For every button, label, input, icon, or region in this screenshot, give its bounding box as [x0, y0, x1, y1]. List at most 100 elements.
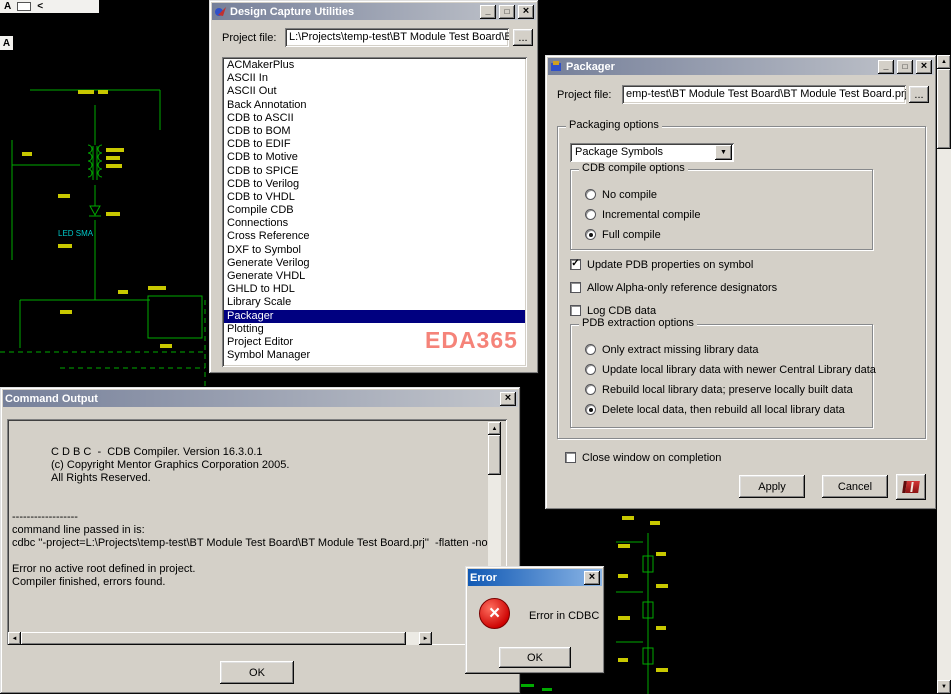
packager-project-file-input[interactable]: emp-test\BT Module Test Board\BT Module … — [622, 85, 906, 104]
list-item[interactable]: CDB to BOM — [224, 125, 525, 138]
output-line: Compiler finished, errors found. — [7, 576, 507, 589]
text-tool-icon[interactable]: A — [3, 38, 10, 49]
angle-bracket-icon[interactable]: < — [37, 1, 43, 12]
packager-browse-button[interactable]: ... — [909, 86, 929, 103]
output-line — [7, 550, 507, 563]
text-tool-icon[interactable]: A — [4, 1, 11, 12]
radio-full-compile[interactable]: Full compile — [585, 228, 661, 241]
list-item[interactable]: Connections — [224, 217, 525, 230]
checkbox-label: Update PDB properties on symbol — [587, 259, 753, 271]
checkbox-label: Allow Alpha-only reference designators — [587, 282, 777, 294]
package-type-select[interactable]: Package Symbols ▼ — [570, 143, 734, 162]
list-item[interactable]: CDB to EDIF — [224, 138, 525, 151]
radio-rebuild-preserve-local[interactable]: Rebuild local library data; preserve loc… — [585, 383, 853, 396]
ok-button[interactable]: OK — [499, 647, 571, 668]
output-line — [7, 485, 507, 498]
error-message: Error in CDBC — [529, 610, 599, 622]
help-button[interactable] — [896, 474, 926, 500]
minimize-button[interactable]: _ — [480, 5, 496, 19]
horizontal-scrollbar[interactable]: ◄ ► — [8, 632, 432, 645]
dcu-project-file-input[interactable]: L:\Projects\temp-test\BT Module Test Boa… — [285, 28, 509, 47]
cancel-button[interactable]: Cancel — [822, 475, 888, 498]
close-button[interactable]: × — [500, 392, 516, 406]
scrollbar-thumb[interactable] — [21, 632, 406, 645]
radio-no-compile[interactable]: No compile — [585, 188, 657, 201]
project-file-label: Project file: — [557, 89, 611, 101]
scroll-left-button[interactable]: ◄ — [8, 632, 21, 645]
list-item[interactable]: Back Annotation — [224, 99, 525, 112]
design-capture-utilities-window: Design Capture Utilities _ □ × Project f… — [209, 0, 539, 374]
list-item-packager[interactable]: Packager — [224, 310, 525, 323]
app-vertical-scrollbar[interactable]: ▲ ▼ — [937, 55, 951, 694]
list-item[interactable]: Library Scale — [224, 296, 525, 309]
radio-icon — [585, 209, 596, 220]
radio-icon-selected — [585, 229, 596, 240]
list-item[interactable]: Generate VHDL — [224, 270, 525, 283]
dcu-titlebar[interactable]: Design Capture Utilities _ □ × — [212, 3, 536, 20]
scrollbar-thumb[interactable] — [488, 435, 501, 475]
checkbox-update-pdb-properties[interactable]: ✓ Update PDB properties on symbol — [570, 258, 753, 271]
radio-label: No compile — [602, 189, 657, 201]
error-x-glyph: × — [489, 603, 500, 625]
close-button[interactable]: × — [584, 571, 600, 585]
list-item[interactable]: ASCII In — [224, 72, 525, 85]
close-button[interactable]: × — [916, 60, 932, 74]
utilities-list[interactable]: ACMakerPlus ASCII In ASCII Out Back Anno… — [222, 57, 527, 367]
maximize-button[interactable]: □ — [499, 5, 515, 19]
checkbox-icon — [570, 282, 581, 293]
list-item[interactable]: ACMakerPlus — [224, 59, 525, 72]
list-item[interactable]: ASCII Out — [224, 85, 525, 98]
radio-label: Rebuild local library data; preserve loc… — [602, 384, 853, 396]
toolbar-fragment-2: A — [0, 36, 13, 50]
chevron-down-icon[interactable]: ▼ — [715, 145, 732, 160]
checkbox-close-window-on-completion[interactable]: Close window on completion — [565, 451, 721, 464]
checkbox-log-cdb-data[interactable]: Log CDB data — [570, 304, 656, 317]
minimize-button[interactable]: _ — [878, 60, 894, 74]
radio-incremental-compile[interactable]: Incremental compile — [585, 208, 700, 221]
radio-update-local-library[interactable]: Update local library data with newer Cen… — [585, 363, 876, 376]
list-item[interactable]: Compile CDB — [224, 204, 525, 217]
output-line: Error no active root defined in project. — [7, 563, 507, 576]
scroll-right-button[interactable]: ► — [419, 632, 432, 645]
output-text-area[interactable]: C D B C - CDB Compiler. Version 16.3.0.1… — [7, 419, 507, 645]
list-item[interactable]: CDB to ASCII — [224, 112, 525, 125]
list-item[interactable]: DXF to Symbol — [224, 244, 525, 257]
list-item[interactable]: CDB to VHDL — [224, 191, 525, 204]
list-item[interactable]: GHLD to HDL — [224, 283, 525, 296]
schematic-led-label: LED SMA — [58, 229, 94, 238]
scroll-up-button[interactable]: ▲ — [488, 422, 501, 435]
command-output-window: Command Output × C D B C - CDB Compiler.… — [0, 387, 521, 694]
scrollbar-thumb[interactable] — [937, 69, 951, 149]
list-item[interactable]: CDB to Motive — [224, 151, 525, 164]
packager-icon — [550, 60, 563, 73]
radio-delete-local-rebuild[interactable]: Delete local data, then rebuild all loca… — [585, 403, 845, 416]
window-title: Command Output — [5, 393, 497, 405]
window-title: Packager — [566, 61, 875, 73]
output-lines: C D B C - CDB Compiler. Version 16.3.0.1… — [7, 419, 507, 589]
output-line: cdbc ''-project=L:\Projects\temp-test\BT… — [7, 537, 507, 550]
apply-button[interactable]: Apply — [739, 475, 805, 498]
radio-label: Delete local data, then rebuild all loca… — [602, 404, 845, 416]
packager-titlebar[interactable]: Packager _ □ × — [548, 58, 934, 75]
command-output-titlebar[interactable]: Command Output × — [3, 390, 518, 407]
list-item[interactable]: Generate Verilog — [224, 257, 525, 270]
output-line: (c) Copyright Mentor Graphics Corporatio… — [7, 459, 507, 472]
help-book-icon — [902, 481, 920, 493]
ok-button[interactable]: OK — [220, 661, 294, 684]
error-dialog: Error × × Error in CDBC OK — [465, 566, 605, 674]
radio-icon — [585, 344, 596, 355]
scroll-up-button[interactable]: ▲ — [937, 55, 951, 69]
radio-only-extract-missing[interactable]: Only extract missing library data — [585, 343, 759, 356]
error-titlebar[interactable]: Error × — [468, 569, 602, 586]
scroll-down-button[interactable]: ▼ — [937, 680, 951, 694]
maximize-button[interactable]: □ — [897, 60, 913, 74]
list-item[interactable]: CDB to Verilog — [224, 178, 525, 191]
shape-tool-icon[interactable] — [17, 2, 31, 11]
close-button[interactable]: × — [518, 5, 534, 19]
dcu-browse-button[interactable]: ... — [513, 29, 533, 46]
list-item[interactable]: CDB to SPICE — [224, 165, 525, 178]
checkbox-alpha-only-refdes[interactable]: Allow Alpha-only reference designators — [570, 281, 777, 294]
toolbar-fragment: A < — [0, 0, 99, 13]
list-item[interactable]: Cross Reference — [224, 230, 525, 243]
eda365-watermark: EDA365 — [425, 327, 518, 354]
